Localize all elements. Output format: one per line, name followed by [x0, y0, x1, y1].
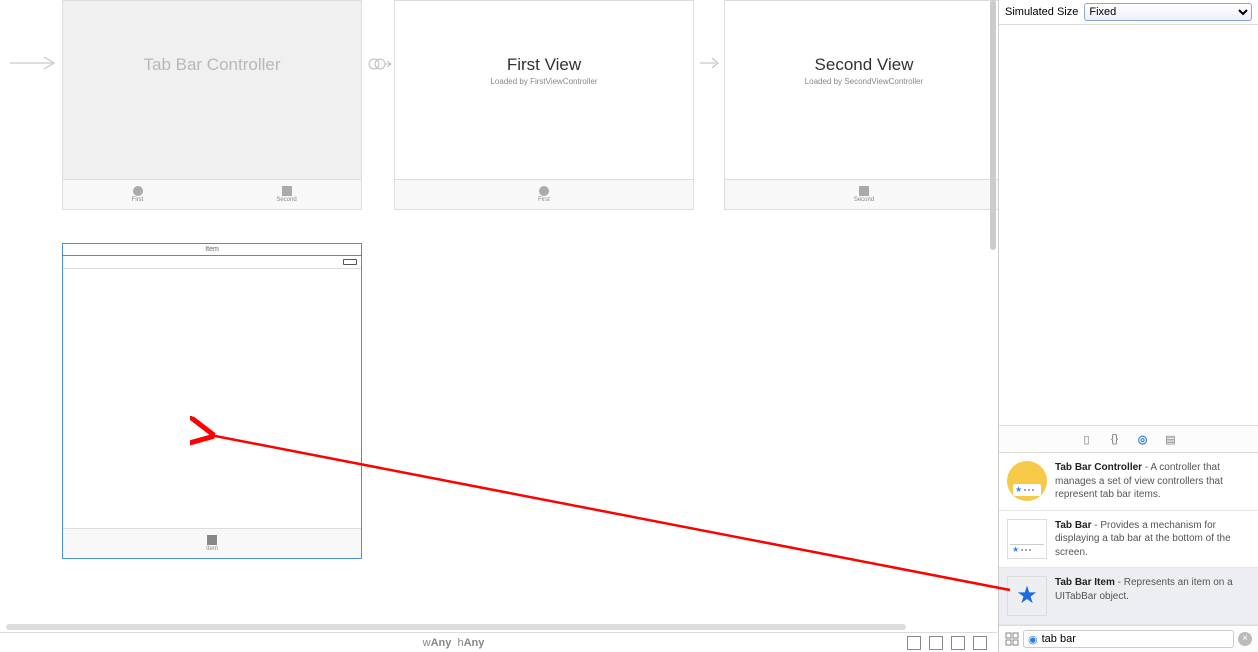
library-item-tab-bar-controller[interactable]: ★ Tab Bar Controller - A controller that… — [999, 453, 1258, 511]
tab-item[interactable]: Item — [63, 529, 361, 558]
simulated-size-select[interactable]: Fixed — [1084, 3, 1252, 21]
simulated-size-row: Simulated Size Fixed — [999, 0, 1258, 25]
inspector-panel: Simulated Size Fixed ▯ {} ◎ ▤ ★ Tab Bar … — [998, 0, 1258, 652]
segue-arrow[interactable] — [368, 52, 392, 76]
inspector-body — [999, 25, 1258, 425]
scene-subtitle: Loaded by SecondViewController — [725, 77, 1003, 86]
segue-arrow[interactable] — [700, 55, 722, 71]
circle-icon — [539, 186, 549, 196]
tab-item-first[interactable]: First — [63, 180, 212, 209]
square-icon — [207, 535, 217, 545]
resolve-icon[interactable] — [973, 636, 987, 650]
scene-title: First View — [395, 55, 693, 75]
library-search-row: ◉ × — [999, 625, 1258, 652]
library-item-tab-bar-item[interactable]: ★ Tab Bar Item - Represents an item on a… — [999, 568, 1258, 625]
square-icon — [282, 186, 292, 196]
tab-bar-controller-icon: ★ — [1007, 461, 1047, 501]
library-item-tab-bar[interactable]: ★ Tab Bar - Provides a mechanism for dis… — [999, 511, 1258, 569]
horizontal-scrollbar[interactable] — [6, 624, 906, 630]
tab-bar-item-icon: ★ — [1007, 576, 1047, 616]
vertical-scrollbar[interactable] — [989, 0, 997, 620]
scene-second-view[interactable]: Second View Loaded by SecondViewControll… — [724, 0, 1004, 210]
library-search-input[interactable] — [1042, 633, 1229, 645]
circle-icon — [133, 186, 143, 196]
battery-icon — [343, 259, 357, 265]
initial-segue-arrow — [10, 55, 60, 71]
search-icon: ◉ — [1028, 633, 1038, 646]
tab-bar: Second — [725, 179, 1003, 209]
scene-title: Second View — [725, 55, 1003, 75]
storyboard-canvas[interactable]: Tab Bar Controller First Second First Vi… — [0, 0, 997, 632]
status-bar-area — [63, 256, 361, 269]
tab-item-second[interactable]: Second — [725, 180, 1003, 209]
tab-bar-icon: ★ — [1007, 519, 1047, 559]
square-icon — [859, 186, 869, 196]
object-library-tab-icon[interactable]: ◎ — [1136, 432, 1150, 446]
code-snippet-tab-icon[interactable]: {} — [1108, 432, 1122, 446]
simulated-size-label: Simulated Size — [1005, 6, 1078, 18]
clear-search-icon[interactable]: × — [1238, 632, 1252, 646]
library-item-text: Tab Bar - Provides a mechanism for displ… — [1055, 519, 1250, 560]
scene-subtitle: Loaded by FirstViewController — [395, 77, 693, 86]
scene-tab-bar-controller[interactable]: Tab Bar Controller First Second — [62, 0, 362, 210]
size-class-indicator[interactable]: wAny hAny — [0, 637, 907, 649]
scene-header: Item — [63, 244, 361, 256]
align-icon[interactable] — [929, 636, 943, 650]
constraints-icon[interactable] — [907, 636, 921, 650]
tab-bar: First Second — [63, 179, 361, 209]
tab-item-first[interactable]: First — [395, 180, 693, 209]
scene-title: Tab Bar Controller — [63, 55, 361, 75]
view-mode-icon[interactable] — [1005, 632, 1019, 646]
scene-item-selected[interactable]: Item Item — [62, 243, 362, 559]
media-library-tab-icon[interactable]: ▤ — [1164, 432, 1178, 446]
tab-item-second[interactable]: Second — [212, 180, 361, 209]
library-tabs: ▯ {} ◎ ▤ — [999, 425, 1258, 453]
pin-icon[interactable] — [951, 636, 965, 650]
object-library-list[interactable]: ★ Tab Bar Controller - A controller that… — [999, 453, 1258, 625]
scene-first-view[interactable]: First View Loaded by FirstViewController… — [394, 0, 694, 210]
library-search-field[interactable]: ◉ — [1023, 630, 1234, 648]
library-item-text: Tab Bar Item - Represents an item on a U… — [1055, 576, 1250, 616]
tab-bar: First — [395, 179, 693, 209]
library-item-text: Tab Bar Controller - A controller that m… — [1055, 461, 1250, 502]
tab-bar: Item — [63, 528, 361, 558]
file-template-tab-icon[interactable]: ▯ — [1080, 432, 1094, 446]
